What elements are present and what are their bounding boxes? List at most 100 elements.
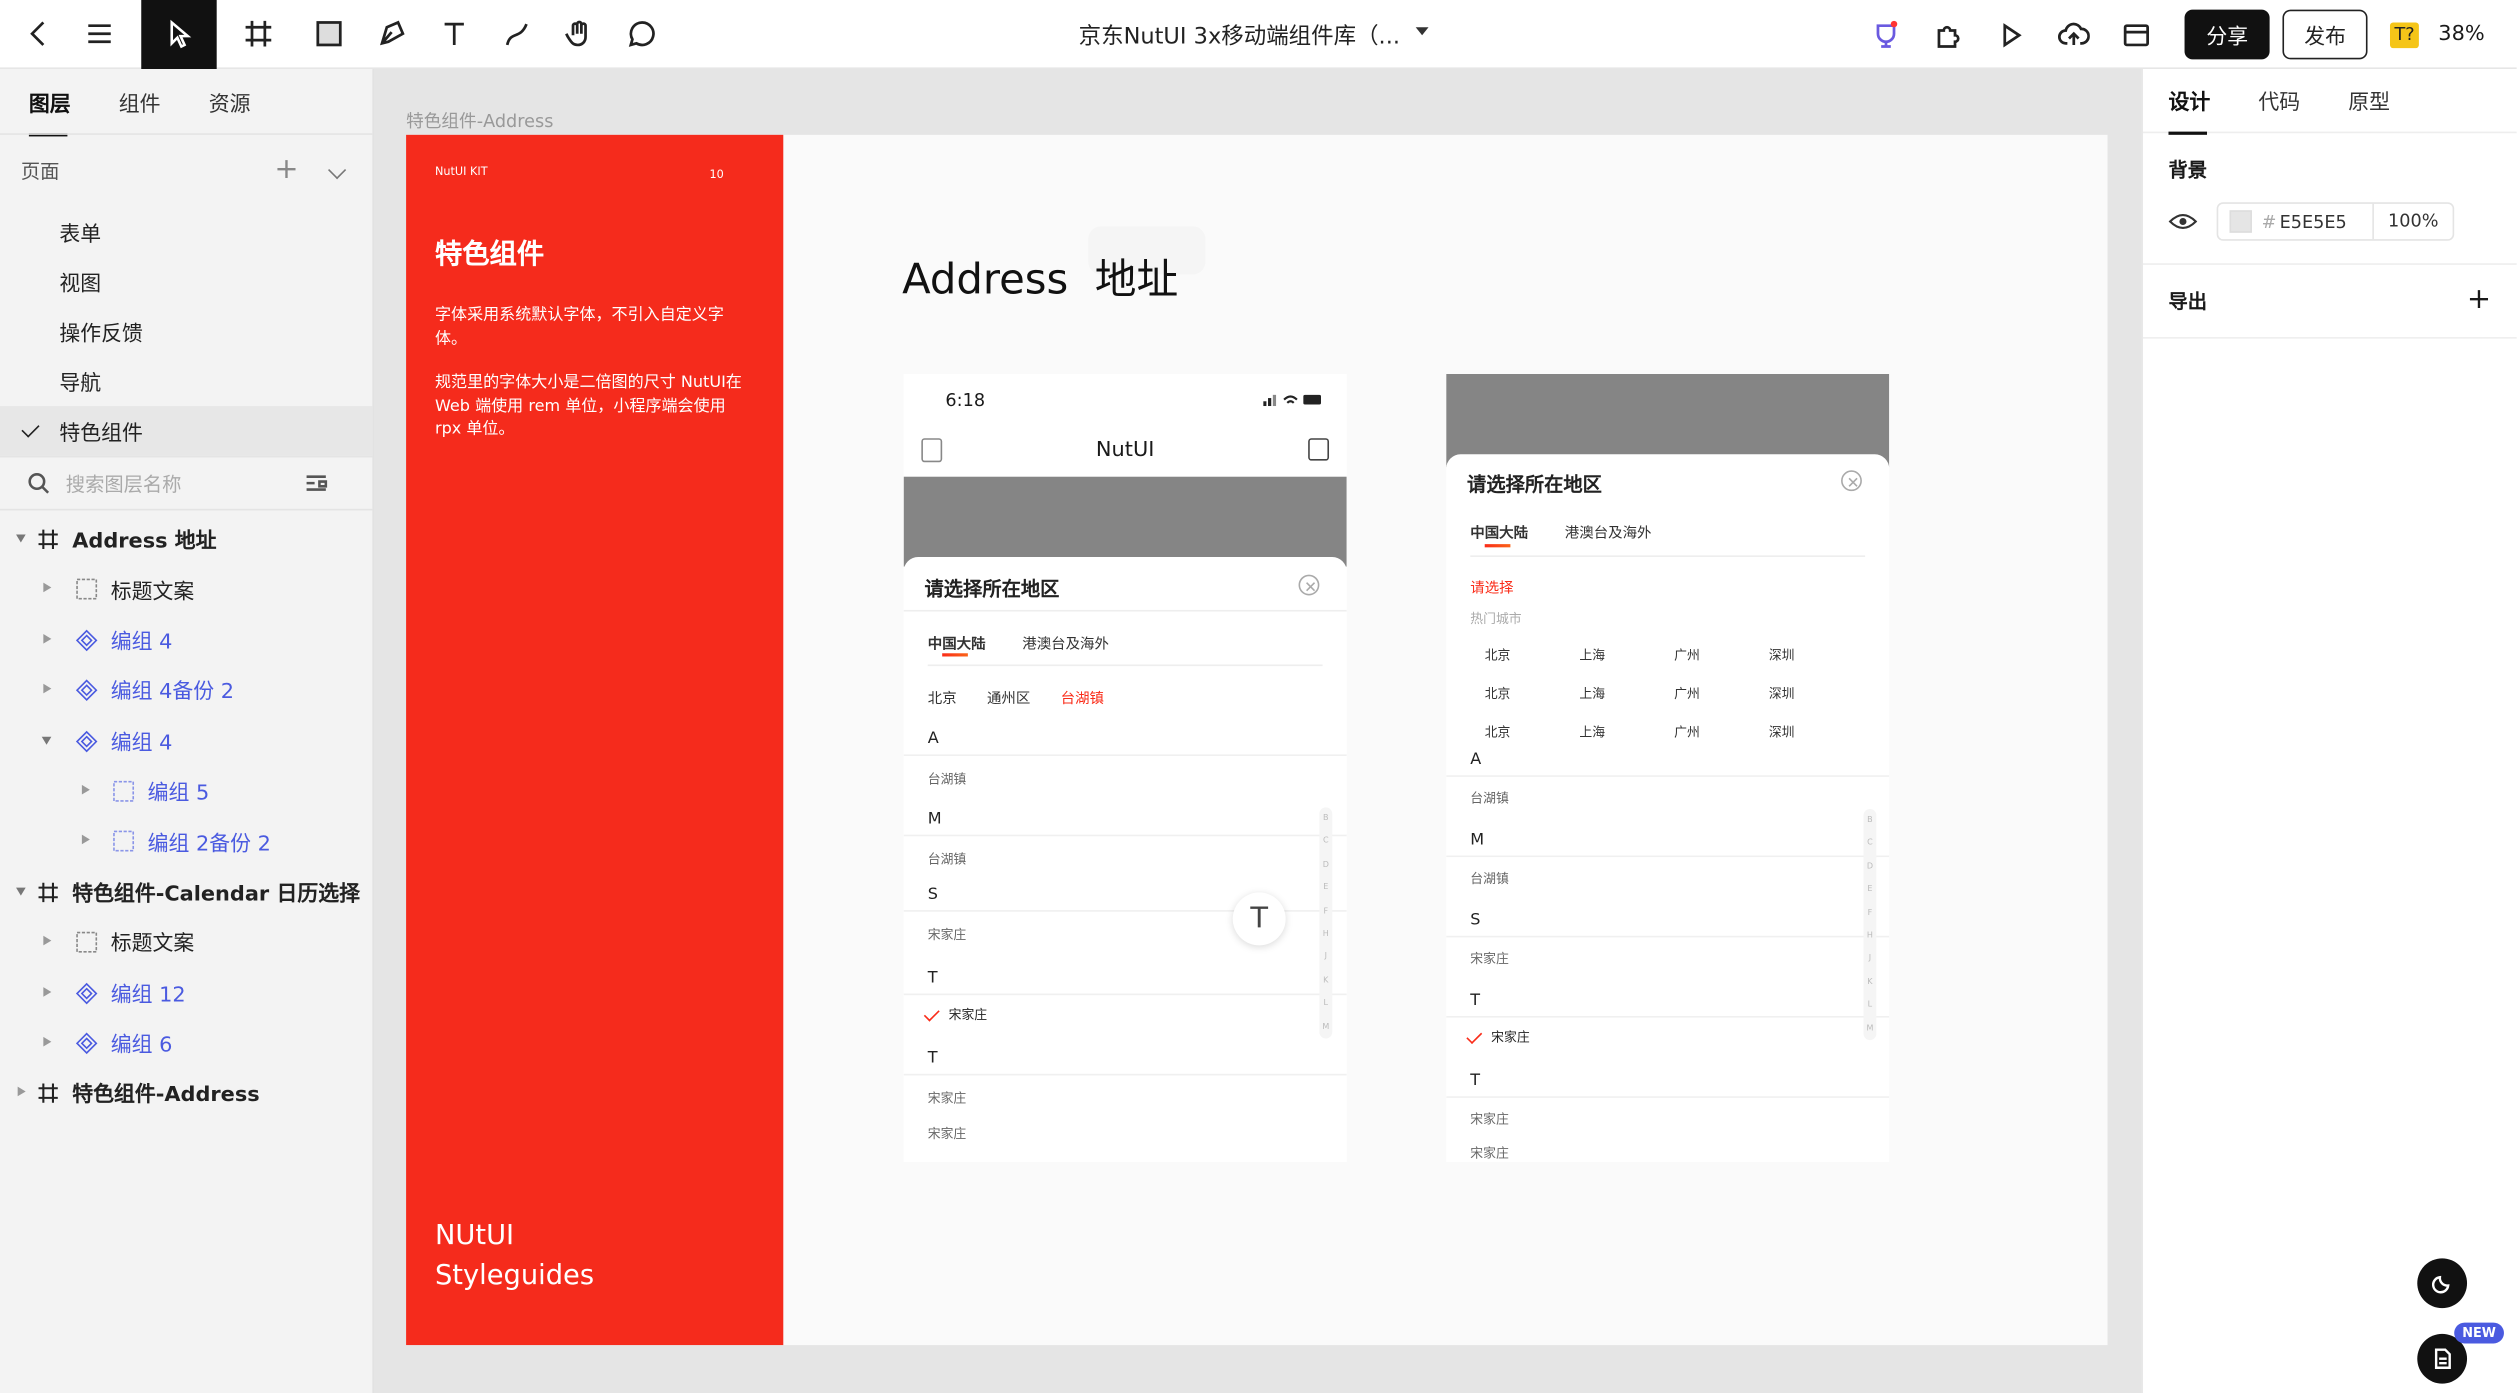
expand-caret-icon[interactable] <box>43 1036 52 1047</box>
index-letter[interactable]: F <box>1319 900 1332 923</box>
tab-prototype[interactable]: 原型 <box>2348 85 2390 115</box>
tab-assets[interactable]: 资源 <box>209 86 251 116</box>
hand-tool-icon[interactable] <box>551 5 609 63</box>
index-letter[interactable]: F <box>1864 901 1877 924</box>
publish-button[interactable]: 发布 <box>2282 9 2368 60</box>
index-letter[interactable]: D <box>1319 854 1332 877</box>
layer-component[interactable]: 编组 6 <box>0 1017 372 1067</box>
expand-caret-icon[interactable] <box>81 835 90 845</box>
index-letter[interactable]: J <box>1319 946 1332 969</box>
list-item[interactable]: 宋家庄 <box>1470 1111 1509 1129</box>
index-letter[interactable]: E <box>1319 877 1332 900</box>
title-dropdown-icon[interactable] <box>1415 27 1429 36</box>
city-item[interactable]: 深圳 <box>1769 647 1864 665</box>
crumb-active[interactable]: 台湖镇 <box>1061 692 1104 708</box>
index-letter[interactable]: D <box>1864 855 1877 878</box>
frame-tool-icon[interactable] <box>230 5 288 63</box>
expand-caret-icon[interactable] <box>43 935 52 946</box>
layer-frame-address-2[interactable]: 特色组件-Address <box>0 1068 372 1118</box>
menu-icon[interactable] <box>71 5 129 63</box>
tab-code[interactable]: 代码 <box>2258 85 2300 115</box>
index-letter[interactable]: H <box>1319 923 1332 946</box>
expand-caret-icon[interactable] <box>43 583 52 593</box>
layout-icon[interactable] <box>2108 6 2166 64</box>
address-sheet[interactable]: 请选择所在地区 中国大陆 港澳台及海外 请选择 热门城市 北京 上海 广州 深圳 北京… <box>1446 454 1890 1163</box>
list-item[interactable]: 宋家庄 <box>928 926 967 944</box>
close-icon[interactable] <box>1841 470 1862 492</box>
tab-mainland[interactable]: 中国大陆 <box>928 637 986 653</box>
upload-icon[interactable] <box>2045 6 2103 64</box>
city-item[interactable]: 北京 <box>1485 647 1580 665</box>
select-tool-icon[interactable] <box>141 0 217 69</box>
list-item[interactable]: 宋家庄 <box>928 1125 967 1143</box>
expand-caret-icon[interactable] <box>43 684 52 694</box>
list-item[interactable]: 台湖镇 <box>928 770 967 788</box>
share-icon[interactable] <box>1308 438 1330 461</box>
alphabet-index[interactable]: BCDEFHJKLM <box>1319 807 1333 1039</box>
layer-frame-address[interactable]: Address 地址 <box>0 514 372 564</box>
list-item[interactable]: 台湖镇 <box>1470 870 1509 888</box>
eye-icon[interactable] <box>2168 213 2198 229</box>
index-letter[interactable]: M <box>1319 1015 1332 1038</box>
font-missing-badge[interactable]: T? <box>2390 21 2420 48</box>
path-tool-icon[interactable] <box>488 5 546 63</box>
list-item-selected[interactable]: 宋家庄 <box>923 1005 987 1024</box>
share-button[interactable]: 分享 <box>2184 9 2270 60</box>
collapse-caret-icon[interactable] <box>16 534 26 543</box>
hex-input[interactable]: E5E5E5 <box>2280 211 2373 232</box>
layer-component[interactable]: 编组 4备份 2 <box>0 665 372 715</box>
city-item[interactable]: 上海 <box>1579 647 1674 665</box>
layer-group-title[interactable]: 标题文案 <box>0 917 372 967</box>
tab-layers[interactable]: 图层 <box>28 86 71 136</box>
page-item-selected[interactable]: 特色组件 <box>0 406 373 456</box>
close-icon[interactable] <box>1298 574 1320 596</box>
add-page-icon[interactable]: + <box>274 152 298 186</box>
index-letter[interactable]: K <box>1864 971 1877 994</box>
layer-component[interactable]: 编组 4 <box>0 614 372 664</box>
frame-label[interactable]: 特色组件-Address <box>406 108 553 134</box>
list-item[interactable]: 宋家庄 <box>928 1090 967 1108</box>
index-letter[interactable]: M <box>1864 1017 1877 1040</box>
city-item[interactable]: 广州 <box>1674 647 1769 665</box>
chevron-down-icon[interactable] <box>327 161 347 180</box>
theme-toggle-icon[interactable] <box>2417 1258 2468 1309</box>
text-tool-icon[interactable] <box>425 5 483 63</box>
list-item[interactable]: 宋家庄 <box>1470 1144 1509 1162</box>
alphabet-index[interactable]: BCDEFHJKLM <box>1863 808 1877 1041</box>
index-letter[interactable]: B <box>1319 807 1332 830</box>
opacity-input[interactable]: 100% <box>2372 203 2452 240</box>
expand-caret-icon[interactable] <box>17 1087 26 1097</box>
layer-component[interactable]: 编组 4 <box>0 715 372 765</box>
index-letter[interactable]: J <box>1864 948 1877 971</box>
back-icon[interactable] <box>10 5 68 63</box>
page-item[interactable]: 视图 <box>0 257 372 307</box>
plugins-icon[interactable] <box>1920 6 1978 64</box>
list-item-selected[interactable]: 宋家庄 <box>1466 1028 1530 1047</box>
pen-tool-icon[interactable] <box>363 5 421 63</box>
list-item[interactable]: 台湖镇 <box>928 851 967 869</box>
city-item[interactable]: 广州 <box>1674 724 1769 742</box>
zoom-level[interactable]: 38% <box>2438 22 2484 46</box>
play-icon[interactable] <box>1982 6 2040 64</box>
layer-instance[interactable]: 编组 2备份 2 <box>0 816 372 866</box>
crumb[interactable]: 北京 <box>928 692 957 708</box>
comment-tool-icon[interactable] <box>613 5 671 63</box>
index-letter[interactable]: H <box>1864 925 1877 948</box>
tab-overseas[interactable]: 港澳台及海外 <box>1565 526 1652 542</box>
index-letter[interactable]: L <box>1864 994 1877 1017</box>
layer-component[interactable]: 编组 12 <box>0 967 372 1017</box>
collapse-caret-icon[interactable] <box>41 736 52 745</box>
tab-overseas[interactable]: 港澳台及海外 <box>1022 637 1109 653</box>
city-item[interactable]: 北京 <box>1485 724 1580 742</box>
city-item[interactable]: 北京 <box>1485 685 1580 703</box>
rectangle-tool-icon[interactable] <box>300 5 358 63</box>
layer-frame-calendar[interactable]: 特色组件-Calendar 日历选择 <box>0 866 372 916</box>
phone-mockup-2[interactable]: 请选择所在地区 中国大陆 港澳台及海外 请选择 热门城市 北京 上海 广州 深圳 北京… <box>1446 373 1890 1163</box>
page-item[interactable]: 导航 <box>0 356 372 406</box>
list-item[interactable]: 台湖镇 <box>1470 790 1509 808</box>
index-letter[interactable]: C <box>1319 830 1332 853</box>
address-sheet[interactable]: 请选择所在地区 中国大陆 港澳台及海外 北京 通州区 台湖镇 A 台湖镇 M 台… <box>903 556 1347 1163</box>
index-letter[interactable]: C <box>1864 832 1877 855</box>
page-item[interactable]: 表单 <box>0 207 372 257</box>
city-item[interactable]: 深圳 <box>1769 724 1864 742</box>
